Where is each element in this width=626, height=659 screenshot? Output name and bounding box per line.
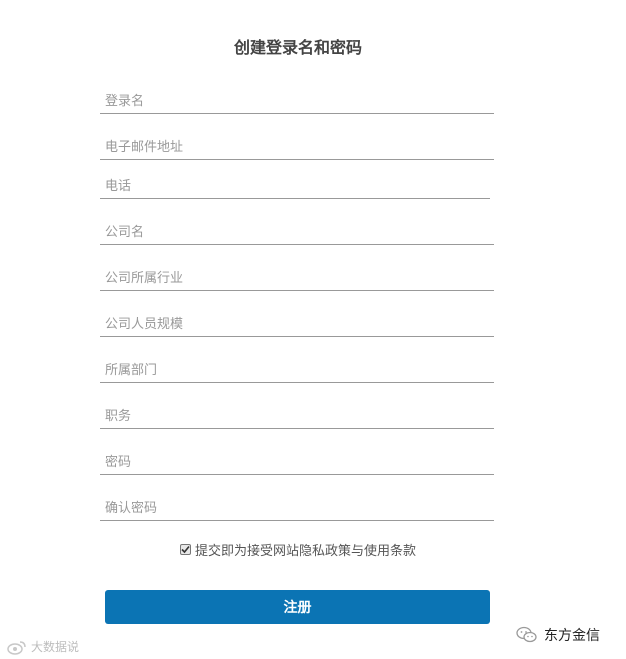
password-input[interactable] — [100, 445, 494, 474]
wechat-logo-icon — [516, 626, 537, 643]
email-input[interactable] — [100, 130, 494, 159]
register-button[interactable]: 注册 — [105, 590, 490, 624]
checkmark-icon — [181, 545, 190, 554]
job-title-field — [100, 399, 494, 429]
phone-input[interactable] — [100, 169, 490, 198]
watermark-left: 大数据说 — [6, 638, 79, 655]
company-name-field — [100, 215, 494, 245]
job-title-input[interactable] — [100, 399, 494, 428]
company-size-field — [100, 307, 494, 337]
phone-field — [100, 169, 490, 199]
industry-field — [100, 261, 494, 291]
login-name-field — [100, 84, 494, 114]
confirm-password-field — [100, 491, 494, 521]
password-field — [100, 445, 494, 475]
industry-input[interactable] — [100, 261, 494, 290]
department-field — [100, 353, 494, 383]
watermark-right: 东方金信 — [516, 625, 600, 645]
form-title: 创建登录名和密码 — [233, 38, 362, 57]
watermark-left-text: 大数据说 — [31, 640, 80, 654]
registration-page: 创建登录名和密码 提交即为接受网站隐私政策与使用条款 注册 — [0, 0, 626, 659]
email-field — [100, 130, 494, 160]
confirm-password-input[interactable] — [100, 491, 494, 520]
weibo-logo-icon — [7, 640, 26, 655]
watermark-right-text: 东方金信 — [544, 628, 600, 644]
agreement-row: 提交即为接受网站隐私政策与使用条款 — [0, 540, 596, 559]
company-size-input[interactable] — [100, 307, 494, 336]
company-name-input[interactable] — [100, 215, 494, 244]
agreement-label: 提交即为接受网站隐私政策与使用条款 — [194, 544, 416, 559]
department-input[interactable] — [100, 353, 494, 382]
agreement-checkbox[interactable] — [179, 544, 191, 555]
login-name-input[interactable] — [100, 84, 494, 113]
